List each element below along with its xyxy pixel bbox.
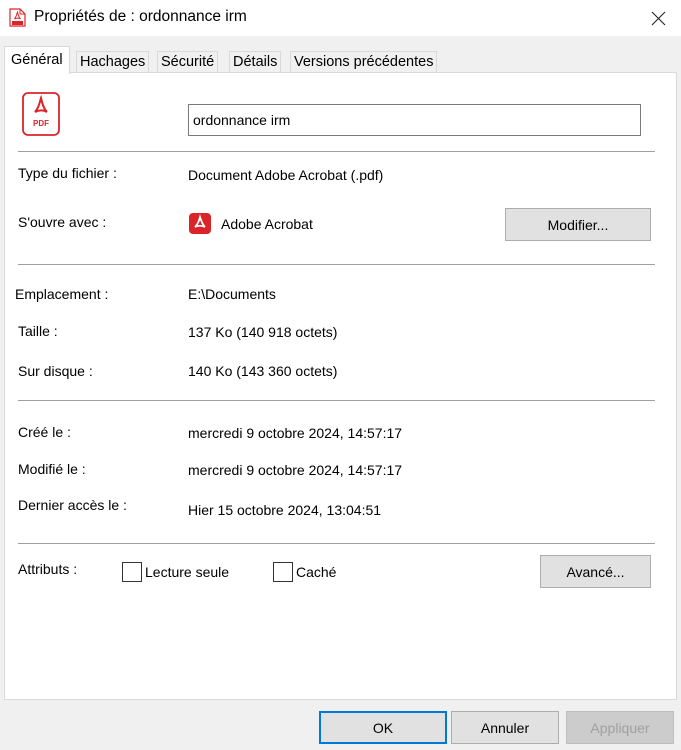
ok-button[interactable]: OK [319,711,447,744]
readonly-label[interactable]: Lecture seule [145,564,229,580]
pdf-badge-text: PDF [33,119,49,128]
size-value: 137 Ko (140 918 octets) [188,324,338,340]
tab-hashes[interactable]: Hachages [76,51,150,72]
hidden-checkbox[interactable] [273,562,293,582]
readonly-checkbox[interactable] [122,562,142,582]
opens-with-value: Adobe Acrobat [221,216,313,232]
created-value: mercredi 9 octobre 2024, 14:57:17 [188,425,403,441]
attributes-label: Attributs : [18,561,78,577]
tab-security[interactable]: Sécurité [157,51,219,72]
adobe-acrobat-icon [188,213,212,235]
location-label: Emplacement : [15,286,109,302]
opens-with-label: S'ouvre avec : [18,214,107,230]
apply-button[interactable]: Appliquer [566,711,674,744]
tab-previous-versions[interactable]: Versions précédentes [290,51,438,72]
hidden-label[interactable]: Caché [296,564,336,580]
change-app-button[interactable]: Modifier... [505,208,651,241]
disk-size-value: 140 Ko (143 360 octets) [188,363,338,379]
cancel-button[interactable]: Annuler [451,711,559,744]
close-button[interactable] [635,0,681,36]
tab-details[interactable]: Détails [229,51,282,72]
created-label: Créé le : [18,424,71,440]
tab-general[interactable]: Général [4,46,70,74]
size-label: Taille : [18,323,58,339]
accessed-label: Dernier accès le : [18,497,127,513]
pdf-file-icon [9,8,26,27]
title-bar: Propriétés de : ordonnance irm [0,0,681,36]
file-type-value: Document Adobe Acrobat (.pdf) [188,167,384,183]
general-panel: PDF Type du fichier : Document Adobe Acr… [4,72,677,700]
location-value: E:\Documents [188,286,276,302]
file-name-input[interactable] [188,104,641,136]
separator [18,400,655,401]
file-type-label: Type du fichier : [18,165,117,181]
modified-value: mercredi 9 octobre 2024, 14:57:17 [188,462,403,478]
pdf-file-icon: PDF [22,92,60,136]
separator [18,151,655,152]
modified-label: Modifié le : [18,461,86,477]
window-title: Propriétés de : ordonnance irm [34,8,247,25]
disk-size-label: Sur disque : [18,363,93,379]
advanced-button[interactable]: Avancé... [540,555,651,588]
separator [18,264,655,265]
separator [18,543,655,544]
accessed-value: Hier 15 octobre 2024, 13:04:51 [188,502,382,518]
close-icon [651,11,665,25]
